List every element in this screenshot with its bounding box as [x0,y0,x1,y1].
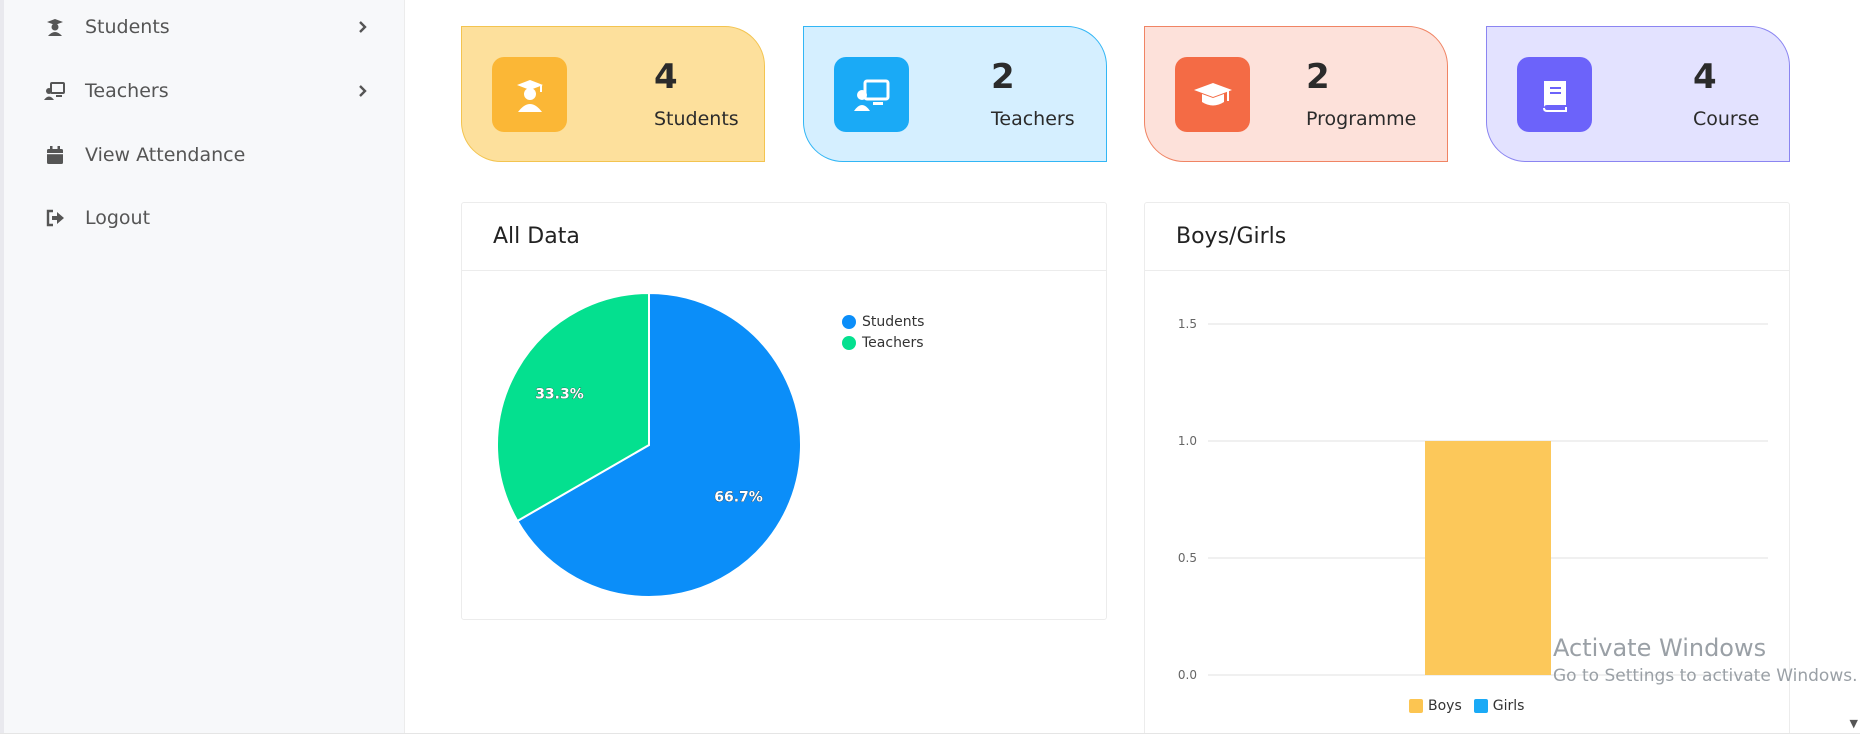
all-data-title: All Data [462,203,1106,271]
watermark-subtitle: Go to Settings to activate Windows. [1553,666,1858,686]
stat-card-teachers[interactable]: 2 Teachers [803,26,1107,162]
sidebar-item-label: Students [85,16,170,38]
stat-value: 2 [1306,57,1330,97]
bar-boys[interactable] [1425,441,1551,675]
stat-value: 4 [654,57,678,97]
teacher-icon [44,80,66,102]
stat-value: 4 [1693,57,1717,97]
stat-label: Programme [1306,108,1417,130]
y-tick-label: 0.5 [1178,551,1197,565]
legend-item-boys[interactable]: Boys [1409,698,1462,714]
sidebar-item-view-attendance[interactable]: View Attendance [44,135,370,175]
graduation-cap-icon [1175,57,1250,132]
legend-swatch [842,336,856,350]
sidebar-item-teachers[interactable]: Teachers [44,71,370,111]
y-tick-label: 1.5 [1178,317,1197,331]
legend-label: Boys [1428,698,1462,714]
legend-label: Teachers [862,335,924,351]
calendar-icon [44,144,66,166]
pie-data-label: 66.7% [714,490,763,506]
legend-item-girls[interactable]: Girls [1473,698,1525,714]
legend-swatch [1409,699,1423,713]
stat-label: Course [1693,108,1760,130]
sidebar-item-label: View Attendance [85,144,246,166]
boys-girls-title: Boys/Girls [1145,203,1789,271]
activate-windows-watermark: Activate Windows Go to Settings to activ… [1553,634,1858,686]
sidebar-item-label: Logout [85,207,151,229]
legend-item-teachers[interactable]: Teachers [842,335,924,351]
sidebar-item-logout[interactable]: Logout [44,198,370,238]
sidebar: Students Teachers View Attendance Logout [0,0,405,734]
student-icon [492,57,567,132]
pie-legend: Students Teachers [842,314,924,351]
stat-label: Students [654,108,739,130]
stat-label: Teachers [991,108,1075,130]
stat-card-course[interactable]: 4 Course [1486,26,1790,162]
y-tick-label: 1.0 [1178,434,1197,448]
watermark-title: Activate Windows [1553,634,1767,662]
chevron-right-icon [356,84,370,98]
legend-swatch [1473,699,1488,713]
sidebar-item-label: Teachers [85,80,169,102]
sidebar-item-students[interactable]: Students [44,7,370,47]
pie-data-label: 33.3% [535,386,584,402]
bar-legend: Boys Girls [1409,698,1524,714]
logout-icon [44,207,66,229]
stat-value: 2 [991,57,1015,97]
student-icon [44,16,66,38]
stat-card-students[interactable]: 4 Students [461,26,765,162]
legend-item-students[interactable]: Students [842,314,924,330]
legend-label: Girls [1492,698,1525,714]
all-data-panel: All Data 66.7% 33.3% Students Teachers [461,202,1107,620]
book-icon [1517,57,1592,132]
legend-label: Students [862,314,925,330]
teacher-board-icon [834,57,909,132]
chevron-right-icon [356,20,370,34]
y-tick-label: 0.0 [1178,668,1197,682]
scroll-down-arrow[interactable]: ▼ [1850,717,1858,730]
stat-card-programme[interactable]: 2 Programme [1144,26,1448,162]
pie-chart: 66.7% 33.3% [496,291,802,598]
legend-swatch [842,315,856,329]
